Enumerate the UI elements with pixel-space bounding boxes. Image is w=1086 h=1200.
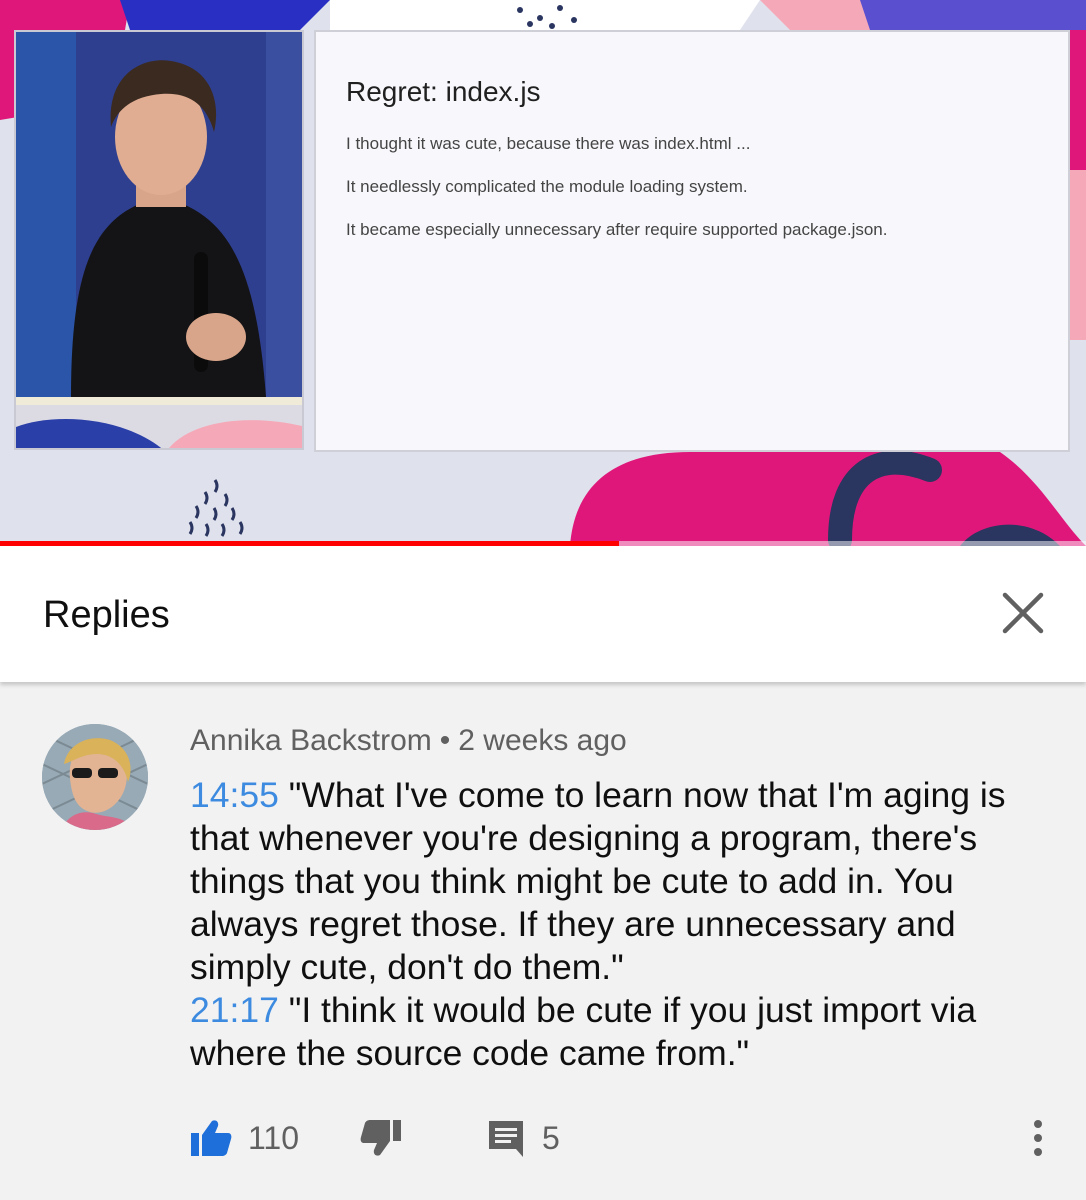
- slide-line: It became especially unnecessary after r…: [346, 220, 888, 239]
- comment-actions: 110 5: [0, 1108, 1086, 1168]
- replies-header: Replies: [0, 546, 1086, 682]
- meta-separator: •: [439, 724, 451, 757]
- timestamp-link[interactable]: 21:17: [190, 990, 279, 1030]
- reply-count: 5: [542, 1119, 560, 1156]
- speaker-camera-feed: [14, 30, 304, 450]
- slide-title: Regret: index.js: [346, 76, 541, 107]
- close-button[interactable]: [996, 586, 1050, 640]
- comment-quote: "What I've come to learn now that I'm ag…: [190, 775, 1006, 987]
- presentation-slide: Regret: index.js I thought it was cute, …: [314, 30, 1070, 452]
- like-button[interactable]: 110: [190, 1108, 299, 1168]
- more-vertical-icon: [1034, 1120, 1042, 1156]
- like-count: 110: [248, 1119, 300, 1156]
- more-options-button[interactable]: [1020, 1116, 1056, 1160]
- timestamp-link[interactable]: 14:55: [190, 775, 279, 815]
- comment-author[interactable]: Annika Backstrom: [190, 724, 432, 757]
- avatar[interactable]: [42, 724, 148, 830]
- dislike-button[interactable]: [360, 1108, 402, 1168]
- close-icon: [1002, 592, 1044, 634]
- comment: Annika Backstrom • 2 weeks ago 14:55 "What…: [0, 682, 1086, 1200]
- comment-time: 2 weeks ago: [458, 724, 627, 757]
- comment-quote: "I think it would be cute if you just im…: [190, 990, 977, 1073]
- replies-title: Replies: [43, 594, 170, 636]
- reply-button[interactable]: 5: [486, 1108, 560, 1168]
- slide-line: It needlessly complicated the module loa…: [346, 177, 748, 196]
- slide-line: I thought it was cute, because there was…: [346, 134, 751, 153]
- comment-icon: [489, 1121, 523, 1157]
- comment-text: 14:55 "What I've come to learn now that …: [190, 774, 1060, 1075]
- comment-meta: Annika Backstrom • 2 weeks ago: [190, 724, 627, 758]
- thumbs-down-icon: [360, 1120, 401, 1156]
- thumbs-up-icon: [191, 1120, 232, 1156]
- video-player[interactable]: Regret: index.js I thought it was cute, …: [0, 0, 1086, 546]
